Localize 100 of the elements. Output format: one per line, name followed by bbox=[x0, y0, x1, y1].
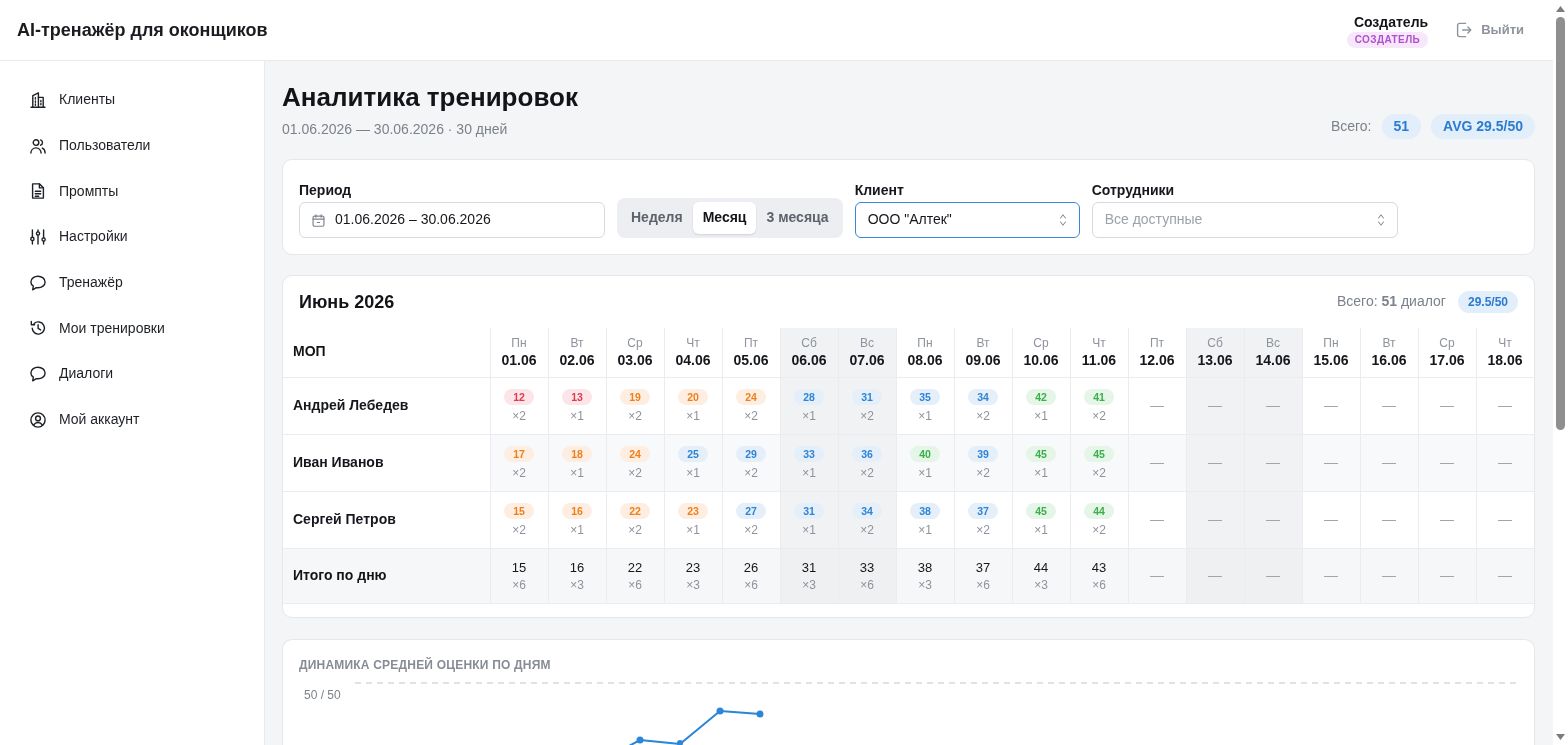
score-badge: 20 bbox=[678, 389, 708, 406]
session-count: ×2 bbox=[743, 408, 759, 424]
session-count: ×2 bbox=[975, 465, 991, 481]
sidebar-link[interactable]: Пользователи bbox=[24, 131, 157, 160]
total-label: Всего: bbox=[1330, 116, 1372, 136]
session-count: ×2 bbox=[743, 465, 759, 481]
field-label: Сотрудники bbox=[1091, 181, 1175, 200]
sidebar-link[interactable]: Промпты bbox=[24, 177, 125, 206]
session-count: ×1 bbox=[917, 465, 933, 481]
employee-name: Сергей Петров bbox=[283, 491, 490, 548]
date-label: 11.06 bbox=[1080, 350, 1118, 369]
date-label: 13.06 bbox=[1196, 350, 1234, 369]
weekday-label: Вт bbox=[569, 335, 585, 351]
range-tab[interactable]: 3 месяца bbox=[756, 202, 839, 234]
score-badge: 18 bbox=[562, 446, 592, 463]
empty-dash: — bbox=[1208, 510, 1222, 527]
score-badge: 27 bbox=[736, 503, 766, 520]
chat-bubble-icon bbox=[30, 274, 46, 291]
date-label: 07.06 bbox=[848, 350, 886, 369]
weekday-label: Вс bbox=[1265, 335, 1281, 351]
empty-dash: — bbox=[1498, 566, 1512, 583]
session-count: ×2 bbox=[859, 465, 875, 481]
score-badge: 42 bbox=[1026, 389, 1056, 406]
empty-dash: — bbox=[1266, 453, 1280, 470]
empty-dash: — bbox=[1324, 453, 1338, 470]
day-total-count: ×6 bbox=[975, 577, 991, 593]
date-label: 05.06 bbox=[732, 350, 770, 369]
empty-dash: — bbox=[1382, 510, 1396, 527]
up-down-chevron-icon bbox=[1376, 214, 1385, 226]
empty-dash: — bbox=[1498, 453, 1512, 470]
score-badge: 12 bbox=[504, 389, 534, 406]
score-badge: 24 bbox=[736, 389, 766, 406]
weekday-label: Чт bbox=[1091, 335, 1107, 351]
score-badge: 17 bbox=[504, 446, 534, 463]
session-count: ×1 bbox=[917, 408, 933, 424]
session-count: ×1 bbox=[801, 408, 817, 424]
date-label: 14.06 bbox=[1254, 350, 1292, 369]
session-count: ×1 bbox=[801, 522, 817, 538]
sidebar-link[interactable]: Клиенты bbox=[24, 86, 122, 114]
user-circle-icon bbox=[30, 411, 46, 428]
score-badge: 37 bbox=[968, 503, 998, 520]
session-count: ×2 bbox=[627, 408, 643, 424]
date-label: 04.06 bbox=[674, 350, 712, 369]
scrollbar-thumb[interactable] bbox=[1556, 17, 1565, 430]
session-count: ×2 bbox=[511, 408, 527, 424]
day-total-count: ×3 bbox=[1033, 577, 1049, 593]
sidebar-link[interactable]: Тренажёр bbox=[24, 268, 129, 297]
score-badge: 13 bbox=[562, 389, 592, 406]
day-total-score: 43 bbox=[1090, 558, 1108, 576]
calendar-icon bbox=[312, 213, 325, 227]
employee-name: Андрей Лебедев bbox=[283, 377, 490, 434]
dialog-total: Всего: 51 диалог bbox=[1337, 292, 1446, 312]
score-badge: 39 bbox=[968, 446, 998, 463]
weekday-label: Пн bbox=[510, 335, 528, 351]
date-label: 12.06 bbox=[1138, 350, 1176, 369]
sidebar-link[interactable]: Мой аккаунт bbox=[24, 405, 146, 434]
day-total-count: ×3 bbox=[685, 577, 701, 593]
document-icon bbox=[30, 183, 46, 200]
score-badge: 23 bbox=[678, 503, 708, 520]
scroll-down-icon[interactable] bbox=[1556, 734, 1565, 740]
sidebar-link[interactable]: Мои тренировки bbox=[24, 314, 171, 343]
score-badge: 38 bbox=[910, 503, 940, 520]
date-range-subtitle: 01.06.2026 — 30.06.2026 · 30 дней bbox=[282, 120, 508, 139]
sidebar-link[interactable]: Диалоги bbox=[24, 360, 120, 389]
app-title: AI-тренажёр для оконщиков bbox=[17, 19, 268, 41]
empty-dash: — bbox=[1150, 453, 1164, 470]
up-down-chevron-icon bbox=[1058, 214, 1067, 226]
session-count: ×1 bbox=[1033, 408, 1049, 424]
day-total-score: 31 bbox=[800, 558, 818, 576]
score-badge: 45 bbox=[1026, 446, 1056, 463]
empty-dash: — bbox=[1266, 510, 1280, 527]
score-badge: 22 bbox=[620, 503, 650, 520]
empty-dash: — bbox=[1208, 453, 1222, 470]
date-range-field[interactable]: 01.06.2026 – 30.06.2026 bbox=[299, 202, 605, 238]
date-label: 02.06 bbox=[558, 350, 596, 369]
day-total-count: ×6 bbox=[859, 577, 875, 593]
empty-dash: — bbox=[1440, 566, 1454, 583]
empty-dash: — bbox=[1440, 396, 1454, 413]
score-badge: 29 bbox=[736, 446, 766, 463]
session-count: ×1 bbox=[569, 408, 585, 424]
score-badge: 28 bbox=[794, 389, 824, 406]
scroll-up-icon[interactable] bbox=[1556, 6, 1565, 12]
session-count: ×1 bbox=[917, 522, 933, 538]
month-title: Июнь 2026 bbox=[299, 291, 395, 314]
weekday-label: Чт bbox=[1497, 335, 1513, 351]
range-tab[interactable]: Месяц bbox=[692, 202, 757, 234]
weekday-label: Ср bbox=[1032, 335, 1050, 351]
date-label: 08.06 bbox=[906, 350, 944, 369]
session-count: ×2 bbox=[743, 522, 759, 538]
session-count: ×1 bbox=[1033, 522, 1049, 538]
range-tab[interactable]: Неделя bbox=[621, 202, 693, 234]
empty-dash: — bbox=[1208, 566, 1222, 583]
sidebar-link[interactable]: Настройки bbox=[24, 223, 134, 252]
data-point bbox=[636, 736, 644, 743]
score-badge: 25 bbox=[678, 446, 708, 463]
data-point bbox=[716, 707, 724, 714]
page-title: Аналитика тренировок bbox=[282, 82, 578, 113]
empty-dash: — bbox=[1382, 396, 1396, 413]
field-label: Период bbox=[299, 181, 352, 200]
client-select[interactable]: ООО "Алтек" bbox=[854, 202, 1080, 238]
